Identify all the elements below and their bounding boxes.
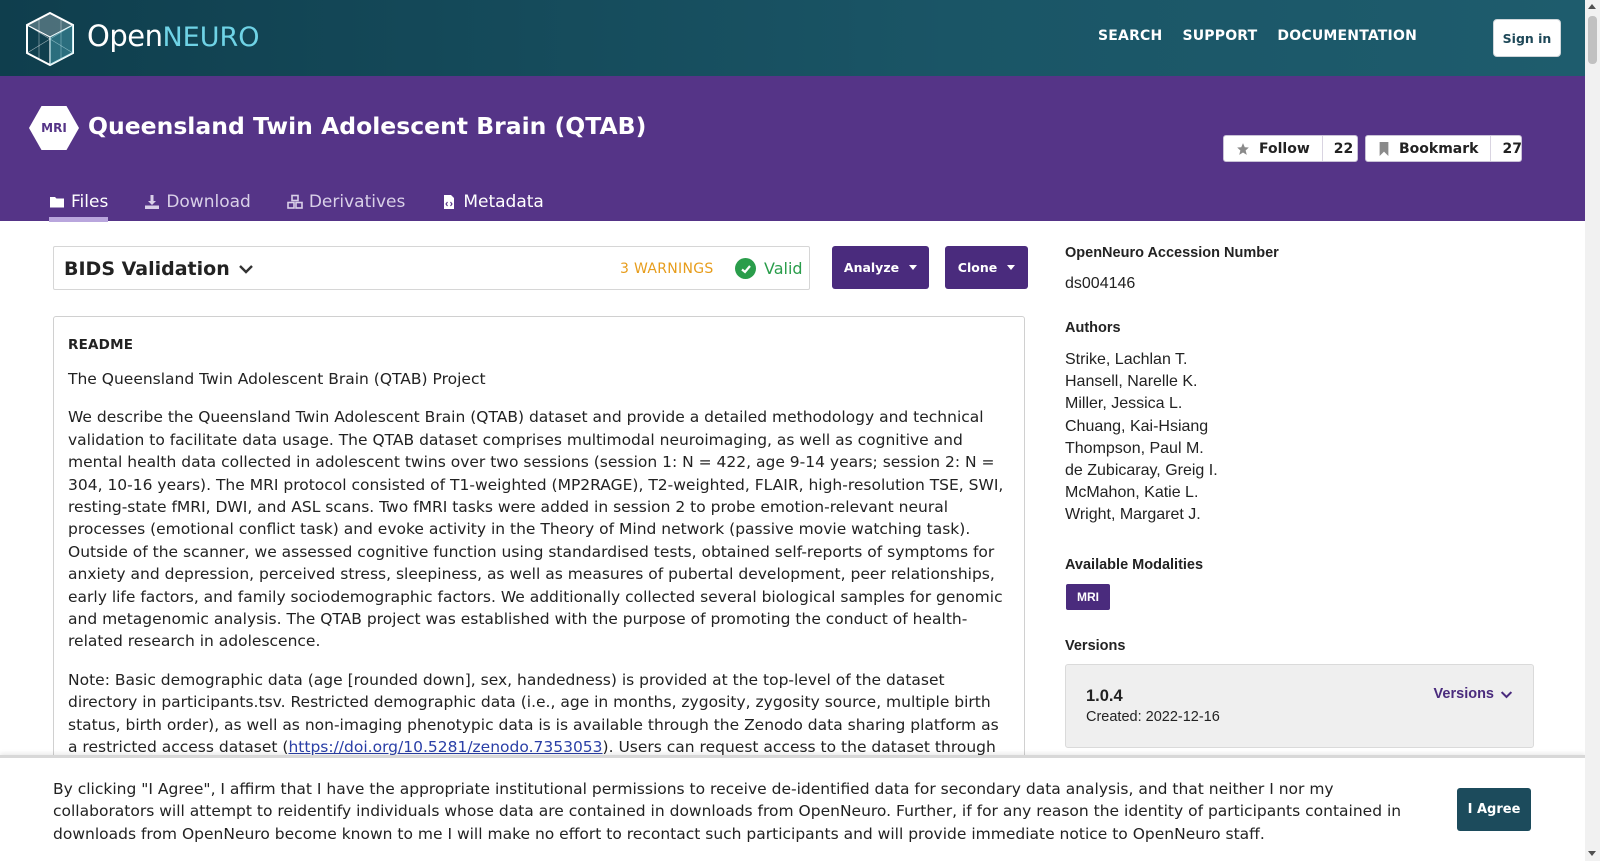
author-item: Wright, Margaret J. xyxy=(1065,506,1201,524)
readme-panel: README The Queensland Twin Adolescent Br… xyxy=(53,316,1025,766)
tab-metadata[interactable]: Metadata xyxy=(441,183,544,221)
accession-label: OpenNeuro Accession Number xyxy=(1065,245,1279,261)
brand-neuro: NEURO xyxy=(162,22,260,53)
tab-metadata-label: Metadata xyxy=(463,192,544,212)
caret-down-icon xyxy=(909,265,918,270)
download-icon xyxy=(145,195,160,209)
tab-download[interactable]: Download xyxy=(144,183,251,221)
readme-heading: README xyxy=(68,337,134,353)
analyze-button[interactable]: Analyze xyxy=(832,246,929,289)
tab-files[interactable]: Files xyxy=(49,183,109,222)
nav-link-support[interactable]: SUPPORT xyxy=(1182,28,1257,44)
validation-status: Valid xyxy=(735,258,803,279)
versions-dropdown-label: Versions xyxy=(1433,686,1494,702)
analyze-label: Analyze xyxy=(843,260,900,275)
nav-link-search[interactable]: SEARCH xyxy=(1098,28,1162,44)
version-number: 1.0.4 xyxy=(1086,687,1123,705)
readme-paragraph-description: We describe the Queensland Twin Adolesce… xyxy=(68,408,1004,651)
bookmark-button[interactable]: Bookmark 27 xyxy=(1365,135,1522,162)
brand-name[interactable]: OpenNEURO xyxy=(87,19,260,53)
modality-hex-badge: MRI xyxy=(29,106,79,150)
author-item: Thompson, Paul M. xyxy=(1065,439,1204,457)
dataset-header: MRI Queensland Twin Adolescent Brain (QT… xyxy=(0,76,1585,222)
top-navbar: OpenNEURO SEARCH SUPPORT DOCUMENTATION S… xyxy=(0,0,1585,76)
validation-status-label: Valid xyxy=(764,259,803,278)
tab-derivatives-label: Derivatives xyxy=(308,192,406,212)
bids-validation-panel[interactable]: BIDS Validation 3 WARNINGS Valid xyxy=(53,246,810,290)
dataset-tabs: Files Download Derivatives Metadata xyxy=(49,183,580,222)
authors-label: Authors xyxy=(1065,320,1121,336)
author-item: Miller, Jessica L. xyxy=(1065,395,1183,413)
bookmark-count: 27 xyxy=(1490,136,1532,161)
zenodo-link[interactable]: https://doi.org/10.5281/zenodo.7353053 xyxy=(288,738,602,756)
warnings-count[interactable]: 3 WARNINGS xyxy=(620,261,714,277)
modalities-label: Available Modalities xyxy=(1065,557,1204,573)
follow-count: 22 xyxy=(1321,136,1364,161)
author-item: de Zubicaray, Greig I. xyxy=(1065,462,1218,480)
tab-download-label: Download xyxy=(166,192,251,212)
chevron-down-icon xyxy=(1500,690,1513,698)
clone-label: Clone xyxy=(957,260,998,275)
scrollbar-thumb[interactable] xyxy=(1588,16,1597,64)
author-item: Hansell, Narelle K. xyxy=(1065,373,1198,391)
clone-button[interactable]: Clone xyxy=(945,246,1028,289)
versions-label: Versions xyxy=(1065,638,1126,654)
follow-label: Follow xyxy=(1259,140,1310,157)
file-code-icon xyxy=(444,195,455,209)
bookmark-label: Bookmark xyxy=(1399,140,1479,157)
modality-tag[interactable]: MRI xyxy=(1066,584,1110,610)
nav-links: SEARCH SUPPORT DOCUMENTATION xyxy=(1098,28,1417,44)
accession-number: ds004146 xyxy=(1065,275,1136,292)
tab-derivatives[interactable]: Derivatives xyxy=(287,183,406,221)
sign-in-button[interactable]: Sign in xyxy=(1493,19,1561,57)
author-item: McMahon, Katie L. xyxy=(1065,484,1199,502)
data-usage-agreement-banner: By clicking "I Agree", I affirm that I h… xyxy=(0,755,1585,861)
bookmark-icon xyxy=(1379,141,1389,156)
folder-icon xyxy=(50,197,64,208)
page-scrollbar[interactable] xyxy=(1585,0,1600,861)
tab-files-label: Files xyxy=(71,192,109,212)
readme-paragraph-title: The Queensland Twin Adolescent Brain (QT… xyxy=(68,370,486,388)
author-item: Strike, Lachlan T. xyxy=(1065,351,1188,368)
follow-button[interactable]: Follow 22 xyxy=(1223,135,1358,162)
brand-open: Open xyxy=(87,19,163,53)
scroll-down-arrow-icon[interactable] xyxy=(1588,851,1596,856)
scroll-up-arrow-icon[interactable] xyxy=(1588,4,1596,9)
check-circle-icon xyxy=(735,258,756,279)
author-item: Chuang, Kai-Hsiang xyxy=(1065,417,1209,435)
versions-dropdown[interactable]: Versions xyxy=(1434,686,1513,702)
agreement-text: By clicking "I Agree", I affirm that I h… xyxy=(53,780,1402,843)
authors-list: Strike, Lachlan T. Hansell, Narelle K. M… xyxy=(1065,349,1218,527)
readme-paragraph-note: Note: Basic demographic data (age [round… xyxy=(68,669,1010,765)
bids-validation-title: BIDS Validation xyxy=(64,258,230,280)
version-created: Created: 2022-12-16 xyxy=(1086,709,1220,725)
chevron-down-icon[interactable] xyxy=(238,261,254,277)
dataset-title: Queensland Twin Adolescent Brain (QTAB) xyxy=(88,112,647,140)
openneuro-logo-icon[interactable] xyxy=(24,11,76,67)
version-card: 1.0.4 Created: 2022-12-16 Versions xyxy=(1065,664,1534,748)
nav-link-documentation[interactable]: DOCUMENTATION xyxy=(1277,28,1417,44)
cubes-icon xyxy=(287,194,303,209)
caret-down-icon xyxy=(1007,265,1016,270)
i-agree-button[interactable]: I Agree xyxy=(1457,788,1531,831)
star-icon xyxy=(1237,142,1249,155)
